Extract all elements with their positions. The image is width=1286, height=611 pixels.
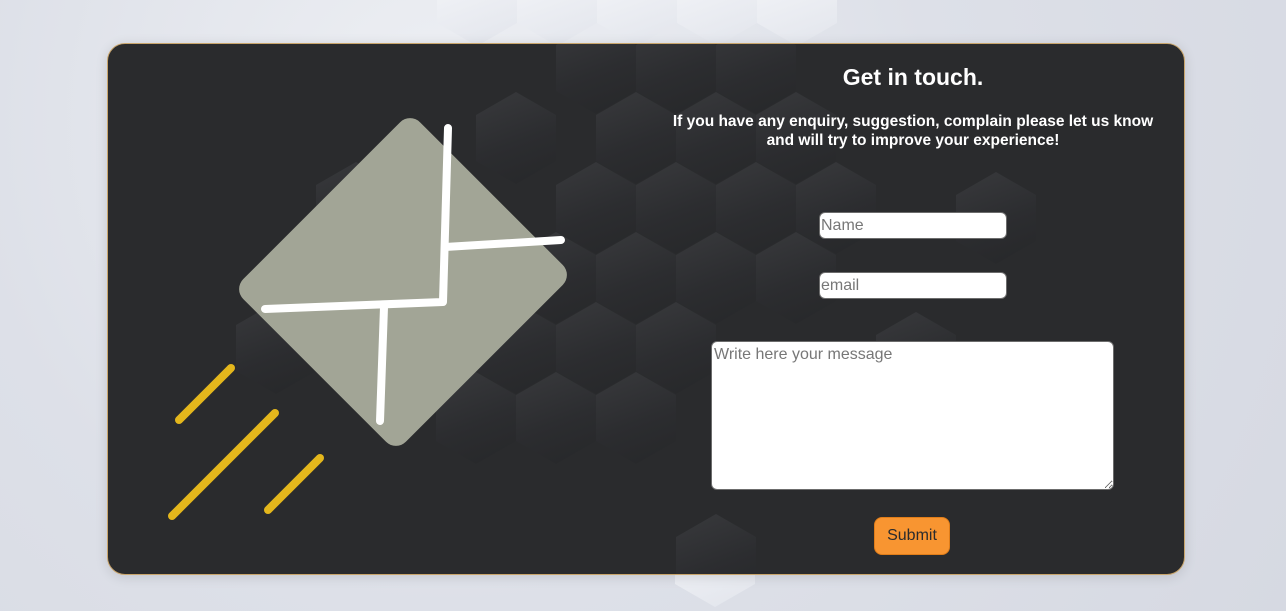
- background-hexagon: [757, 0, 837, 46]
- speed-line: [168, 409, 279, 520]
- envelope-illustration: [108, 44, 648, 574]
- contact-card: Get in touch. If you have any enquiry, s…: [107, 43, 1185, 575]
- envelope-body: [239, 118, 567, 446]
- background-hexagon: [517, 0, 597, 46]
- email-input[interactable]: [819, 272, 1007, 299]
- background-hexagon: [437, 0, 517, 46]
- background-hexagon: [597, 0, 677, 46]
- speed-line: [264, 454, 324, 514]
- submit-button[interactable]: Submit: [874, 517, 950, 555]
- contact-form-panel: Get in touch. If you have any enquiry, s…: [658, 44, 1168, 574]
- background-hexagon: [677, 0, 757, 46]
- speed-line: [175, 364, 235, 424]
- envelope-fold-line: [376, 303, 388, 425]
- page-title: Get in touch.: [842, 64, 984, 90]
- flying-envelope-icon: [168, 118, 567, 520]
- name-input[interactable]: [819, 212, 1007, 239]
- message-textarea[interactable]: [711, 341, 1114, 490]
- page-subtitle: If you have any enquiry, suggestion, com…: [672, 113, 1154, 149]
